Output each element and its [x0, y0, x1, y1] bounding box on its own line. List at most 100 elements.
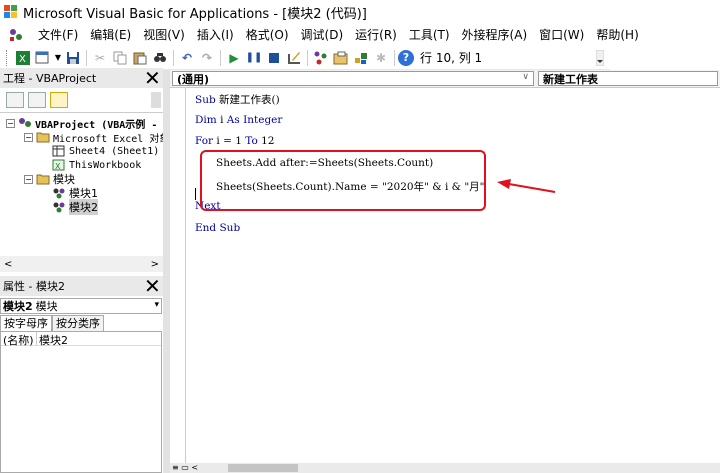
- run-icon[interactable]: ▶: [225, 49, 243, 67]
- collapse-icon[interactable]: −: [24, 174, 33, 184]
- chevron-down-icon[interactable]: ▼: [54, 49, 62, 67]
- excel-icon[interactable]: X: [14, 49, 32, 67]
- tree-label: Microsoft Excel 对象: [53, 133, 163, 145]
- close-icon[interactable]: ✕: [144, 276, 161, 296]
- toolbox-icon[interactable]: ✱: [372, 49, 390, 67]
- toolbar-overflow-icon[interactable]: [595, 49, 605, 67]
- toolbar-separator: [220, 49, 221, 66]
- view-code-icon[interactable]: [6, 92, 24, 108]
- tree-item-vbaproject[interactable]: − VBAProject (VBA示例 -: [6, 116, 157, 131]
- object-browser-icon[interactable]: [352, 49, 370, 67]
- break-icon[interactable]: ❚❚: [245, 49, 263, 67]
- standard-toolbar: X ▼ ✂ ↶ ↷ ▶ ❚❚ ✱ ? 行 10, 列 1: [0, 46, 610, 70]
- menu-debug[interactable]: 调试(D): [295, 24, 350, 46]
- scroll-right-icon[interactable]: >: [151, 259, 159, 270]
- menu-addins[interactable]: 外接程序(A): [456, 24, 534, 46]
- panel-splitter[interactable]: [163, 70, 170, 473]
- code-line[interactable]: Sub 新建工作表(): [195, 92, 280, 107]
- object-combo-value: (通用): [177, 72, 210, 86]
- procedure-combo[interactable]: 新建工作表: [538, 71, 718, 86]
- help-icon[interactable]: ?: [398, 49, 414, 66]
- tree-item-module2[interactable]: 模块2: [52, 199, 98, 215]
- menu-run[interactable]: 运行(R): [349, 24, 403, 46]
- toolbar-separator: [86, 49, 87, 66]
- tree-label: Sheet4 (Sheet1): [69, 145, 160, 157]
- cut-icon[interactable]: ✂: [91, 49, 109, 67]
- redo-icon[interactable]: ↷: [198, 49, 216, 67]
- menu-view[interactable]: 视图(V): [137, 24, 191, 46]
- project-explorer-icon[interactable]: [312, 49, 330, 67]
- tab-categorized[interactable]: 按分类序: [52, 315, 104, 331]
- toolbar-separator: [394, 49, 395, 66]
- tab-alphabetic[interactable]: 按字母序: [0, 315, 52, 331]
- paste-icon[interactable]: [131, 49, 149, 67]
- project-icon: [18, 117, 32, 129]
- properties-panel-title-text: 属性 - 模块2: [3, 280, 65, 293]
- scroll-left-icon[interactable]: <: [4, 259, 12, 270]
- undo-icon[interactable]: ↶: [178, 49, 196, 67]
- project-panel-title: 工程 - VBAProject ✕: [0, 68, 163, 88]
- property-key: (名称): [1, 332, 37, 347]
- module-icon: [52, 187, 66, 199]
- copy-icon[interactable]: [111, 49, 129, 67]
- tree-item-excel-objects[interactable]: − Microsoft Excel 对象: [24, 130, 163, 145]
- menu-insert[interactable]: 插入(I): [191, 24, 240, 46]
- object-name: 模块2: [3, 300, 33, 313]
- workbook-icon: X: [52, 159, 66, 171]
- tree-label: ThisWorkbook: [69, 159, 142, 171]
- project-toolbar: [0, 88, 163, 112]
- tree-item-sheet4[interactable]: Sheet4 (Sheet1): [52, 144, 159, 158]
- code-hscroll-thumb[interactable]: [228, 464, 298, 472]
- svg-text:X: X: [55, 162, 61, 171]
- insert-module-icon[interactable]: [34, 49, 52, 67]
- svg-text:X: X: [19, 54, 26, 65]
- code-line[interactable]: End Sub: [195, 222, 240, 234]
- object-selector[interactable]: 模块2 模块 ▾: [0, 298, 162, 314]
- collapse-icon[interactable]: −: [24, 132, 33, 142]
- window-title: Microsoft Visual Basic for Applications …: [23, 6, 367, 22]
- properties-icon[interactable]: [332, 49, 350, 67]
- code-window: (通用) ∨ 新建工作表 Sub 新建工作表() Dim i As Intege…: [170, 70, 720, 473]
- toolbar-grip[interactable]: [6, 49, 9, 66]
- folder-icon: [36, 173, 50, 185]
- sheet-icon: [52, 145, 66, 157]
- object-combo[interactable]: (通用) ∨: [172, 71, 534, 86]
- view-toggle-icon[interactable]: ≡ ▭ <: [172, 463, 198, 473]
- project-tree: − VBAProject (VBA示例 - − Microsoft Excel …: [0, 112, 163, 257]
- menu-format[interactable]: 格式(O): [240, 24, 295, 46]
- property-row[interactable]: (名称) 模块2: [1, 332, 161, 347]
- find-icon[interactable]: [151, 49, 169, 67]
- property-value[interactable]: 模块2: [37, 332, 68, 347]
- folder-icon: [36, 131, 50, 143]
- menu-edit[interactable]: 编辑(E): [84, 24, 137, 46]
- tree-item-module1[interactable]: 模块1: [52, 186, 98, 200]
- chevron-down-icon[interactable]: ▾: [154, 300, 159, 310]
- menu-help[interactable]: 帮助(H): [590, 24, 644, 46]
- chevron-down-icon[interactable]: ∨: [522, 72, 529, 82]
- toggle-folders-icon[interactable]: [50, 92, 68, 108]
- code-line[interactable]: Dim i As Integer: [195, 114, 282, 126]
- reset-icon[interactable]: [265, 49, 283, 67]
- menu-tools[interactable]: 工具(T): [403, 24, 456, 46]
- highlight-annotation: [200, 150, 486, 211]
- view-object-icon[interactable]: [28, 92, 46, 108]
- tree-item-thisworkbook[interactable]: X ThisWorkbook: [52, 158, 141, 172]
- project-hscrollbar[interactable]: < >: [0, 256, 163, 272]
- scroll-arrow-icon[interactable]: [151, 92, 161, 108]
- vba-app-icon: [4, 5, 18, 19]
- vba-menu-icon[interactable]: [8, 27, 24, 43]
- collapse-icon[interactable]: −: [6, 118, 15, 128]
- object-type: 模块: [35, 300, 58, 313]
- tree-item-modules[interactable]: − 模块: [24, 172, 75, 186]
- text-caret: [195, 188, 196, 200]
- code-line[interactable]: For i = 1 To 12: [195, 135, 274, 147]
- code-editor[interactable]: Sub 新建工作表() Dim i As Integer For i = 1 T…: [170, 87, 720, 464]
- menu-file[interactable]: 文件(F): [32, 24, 84, 46]
- margin-indicator-bar[interactable]: [170, 88, 186, 464]
- save-icon[interactable]: [64, 49, 82, 67]
- arrow-annotation-icon: [497, 179, 556, 193]
- close-icon[interactable]: ✕: [144, 68, 161, 88]
- design-mode-icon[interactable]: [285, 49, 303, 67]
- menu-window[interactable]: 窗口(W): [533, 24, 590, 46]
- cursor-position: 行 10, 列 1: [420, 51, 483, 65]
